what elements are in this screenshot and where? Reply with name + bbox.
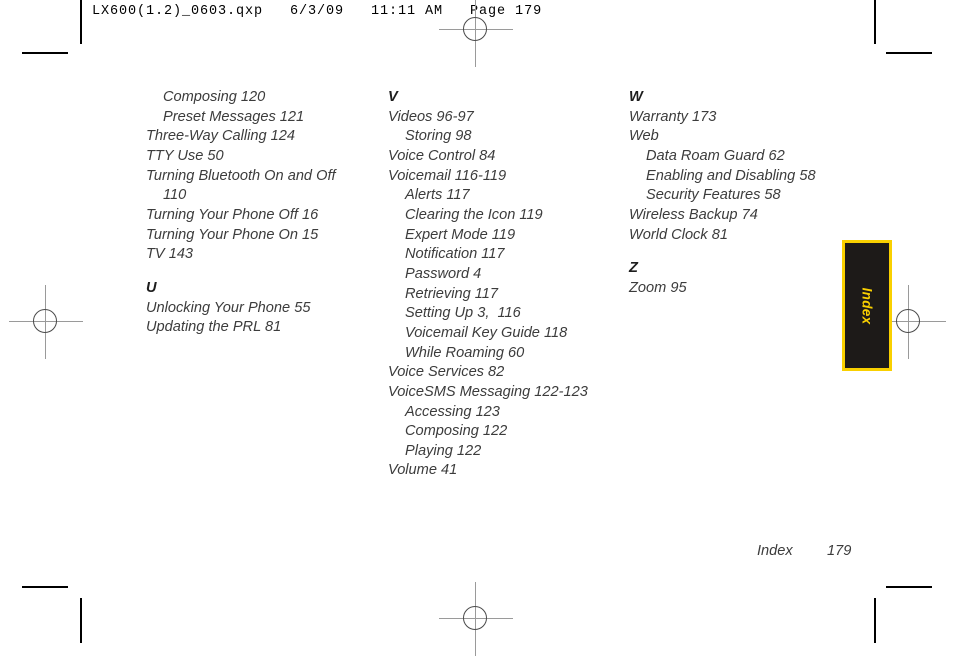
index-entry[interactable]: TTY Use 50 <box>146 147 361 167</box>
index-entry[interactable]: Accessing 123 <box>388 403 608 423</box>
index-entry[interactable]: Zoom 95 <box>629 279 844 299</box>
crop-mark-bottom-right-vertical <box>874 598 876 643</box>
crop-mark-top-right-vertical <box>874 0 876 44</box>
index-entry[interactable]: VoiceSMS Messaging 122-123 <box>388 383 608 403</box>
index-entry[interactable]: Voicemail Key Guide 118 <box>388 324 608 344</box>
registration-mark-bottom-icon <box>439 582 513 656</box>
index-column-3: W Warranty 173 Web Data Roam Guard 62 Enabli… <box>629 88 844 299</box>
crop-mark-bottom-right-horizontal <box>886 586 932 588</box>
index-entry[interactable]: Warranty 173 <box>629 108 844 128</box>
index-entry[interactable]: Turning Your Phone Off 16 <box>146 206 361 226</box>
index-entry[interactable]: Expert Mode 119 <box>388 226 608 246</box>
index-entry[interactable]: Unlocking Your Phone 55 <box>146 299 361 319</box>
footer-section-label: Index <box>757 543 793 559</box>
index-entry[interactable]: TV 143 <box>146 245 361 265</box>
index-entry[interactable]: Clearing the Icon 119 <box>388 206 608 226</box>
crop-mark-top-right-horizontal <box>886 52 932 54</box>
index-entry[interactable]: Voicemail 116-119 <box>388 167 608 187</box>
index-entry[interactable]: Web <box>629 127 844 147</box>
registration-mark-top-icon <box>439 0 513 67</box>
index-entry[interactable]: Playing 122 <box>388 442 608 462</box>
crop-mark-top-left-horizontal <box>22 52 68 54</box>
index-entry[interactable]: Security Features 58 <box>629 186 844 206</box>
index-entry[interactable]: Wireless Backup 74 <box>629 206 844 226</box>
index-entry[interactable]: Enabling and Disabling 58 <box>629 167 844 187</box>
index-column-1: Composing 120 Preset Messages 121 Three-Wa… <box>146 88 361 338</box>
index-letter-heading-z: Z <box>629 260 639 277</box>
crop-mark-bottom-left-horizontal <box>22 586 68 588</box>
side-index-tab-label: Index <box>859 287 875 324</box>
index-entry[interactable]: Composing 122 <box>388 422 608 442</box>
index-entry[interactable]: Turning Your Phone On 15 <box>146 226 361 246</box>
index-entry[interactable]: Composing 120 <box>146 88 361 108</box>
index-entry[interactable]: Voice Control 84 <box>388 147 608 167</box>
footer-page-number: 179 <box>827 543 852 559</box>
index-entry[interactable]: Password 4 <box>388 265 608 285</box>
side-index-tab: Index <box>842 240 892 371</box>
index-entry[interactable]: Setting Up 3, 116 <box>388 304 608 324</box>
index-entry[interactable]: Voice Services 82 <box>388 363 608 383</box>
index-entry[interactable]: Turning Bluetooth On and Off <box>146 167 361 187</box>
index-entry[interactable]: World Clock 81 <box>629 226 844 246</box>
index-entry[interactable]: While Roaming 60 <box>388 344 608 364</box>
index-entry[interactable]: Videos 96-97 <box>388 108 608 128</box>
index-column-2: V Videos 96-97 Storing 98 Voice Control 84 V… <box>388 88 608 481</box>
index-entry[interactable]: Updating the PRL 81 <box>146 318 361 338</box>
index-entry[interactable]: Retrieving 117 <box>388 285 608 305</box>
index-entry[interactable]: Alerts 117 <box>388 186 608 206</box>
index-letter-heading-u: U <box>146 279 157 296</box>
index-letter-heading-v: V <box>388 89 398 105</box>
crop-mark-top-left-vertical <box>80 0 82 44</box>
index-entry[interactable]: Notification 117 <box>388 245 608 265</box>
index-entry[interactable]: 110 <box>146 186 361 206</box>
index-entry[interactable]: Preset Messages 121 <box>146 108 361 128</box>
registration-mark-left-icon <box>9 285 83 359</box>
crop-mark-bottom-left-vertical <box>80 598 82 643</box>
index-letter-heading-w: W <box>629 89 643 105</box>
index-entry[interactable]: Data Roam Guard 62 <box>629 147 844 167</box>
index-entry[interactable]: Storing 98 <box>388 127 608 147</box>
index-entry[interactable]: Volume 41 <box>388 461 608 481</box>
index-entry[interactable]: Three-Way Calling 124 <box>146 127 361 147</box>
